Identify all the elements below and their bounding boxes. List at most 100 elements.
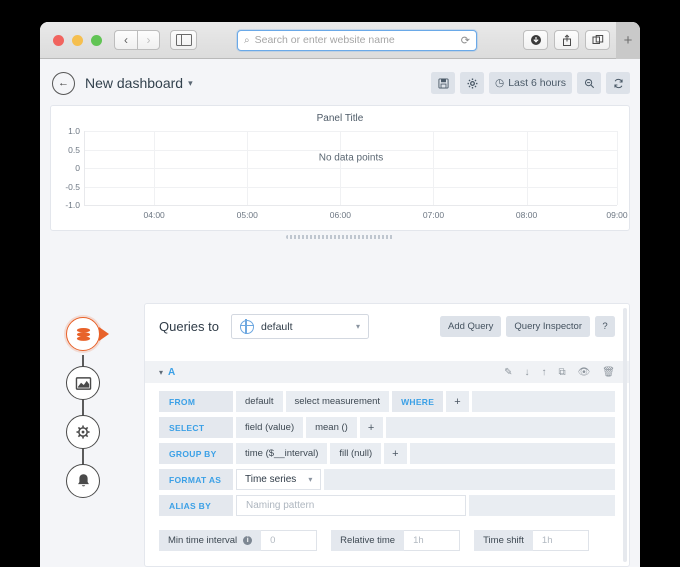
dashboard-settings-button[interactable]: [460, 72, 485, 94]
share-button[interactable]: [554, 30, 579, 50]
format-as-value: Time series: [245, 474, 297, 485]
select-function-segment[interactable]: mean (): [306, 417, 357, 438]
datasource-picker[interactable]: default ▾: [230, 314, 369, 339]
format-as-label: FORMAT AS: [159, 469, 233, 490]
share-icon: [562, 33, 571, 46]
close-window-button[interactable]: [53, 34, 64, 46]
datasource-icon: [239, 319, 255, 334]
chevron-down-icon[interactable]: ▾: [159, 368, 163, 377]
new-tab-button[interactable]: +: [616, 22, 640, 59]
eye-icon[interactable]: 👁: [578, 367, 591, 378]
clock-icon: ◷: [495, 77, 505, 89]
editor-scrollbar[interactable]: [623, 308, 627, 562]
query-row-actions: ✎ ↓ ↑ ⧉ 👁 🗑: [504, 367, 615, 378]
help-button[interactable]: ?: [595, 316, 615, 337]
row-filler: [324, 469, 615, 490]
row-filler: [471, 391, 615, 412]
downloads-button[interactable]: [523, 30, 548, 50]
alias-by-input[interactable]: Naming pattern: [236, 495, 466, 516]
group-by-time-segment[interactable]: time ($__interval): [236, 443, 328, 464]
gridline-vertical: [617, 131, 618, 205]
chevron-right-icon: ›: [146, 33, 151, 47]
screen: ‹ › ⌕ Search or enter website name ⟳ + ←…: [0, 0, 680, 567]
trash-icon[interactable]: 🗑: [602, 367, 615, 378]
min-time-interval-label: Min time interval i: [159, 530, 262, 551]
query-letter: A: [168, 366, 176, 378]
save-dashboard-button[interactable]: [431, 72, 456, 94]
query-row-select: SELECT field (value) mean () +: [159, 417, 615, 438]
alias-by-label: ALIAS BY: [159, 495, 233, 516]
y-axis-tick: -1.0: [65, 200, 80, 210]
group-by-fill-segment[interactable]: fill (null): [330, 443, 382, 464]
queries-editor-panel: Queries to default ▾ Add Query Query Ins…: [144, 303, 630, 567]
y-axis-tick: 0.5: [68, 144, 80, 155]
address-input-placeholder[interactable]: Search or enter website name: [255, 34, 461, 46]
from-measurement-segment[interactable]: select measurement: [285, 391, 390, 412]
query-row-alias-by: ALIAS BY Naming pattern: [159, 495, 615, 516]
edit-mode-rail: [60, 317, 109, 513]
maximize-window-button[interactable]: [91, 34, 102, 46]
dashboard-toolbar: ← New dashboard ▾ ◷ Last 6 hours: [40, 65, 640, 101]
queries-header: Queries to default ▾ Add Query Query Ins…: [145, 304, 629, 345]
format-as-select[interactable]: Time series ▾: [236, 469, 322, 490]
select-add-button[interactable]: +: [359, 417, 383, 438]
row-filler: [409, 443, 615, 464]
move-down-icon[interactable]: ↓: [524, 367, 529, 378]
graph-panel[interactable]: Panel Title 1.0 0.5 0 -0.5 -1.0 04:00 05…: [50, 105, 630, 239]
time-range-picker[interactable]: ◷ Last 6 hours: [489, 72, 572, 94]
download-icon: [530, 35, 541, 45]
panel-title: Panel Title: [316, 113, 364, 124]
add-query-button[interactable]: Add Query: [439, 316, 502, 337]
sidebar-toggle-button[interactable]: [170, 30, 197, 50]
panel-resize-handle[interactable]: [286, 235, 394, 239]
move-up-icon[interactable]: ↑: [541, 367, 546, 378]
row-filler: [385, 417, 615, 438]
rail-item-general-options[interactable]: [66, 415, 100, 449]
x-axis-tick: 08:00: [515, 210, 538, 220]
bell-icon: [77, 474, 89, 487]
group-by-add-button[interactable]: +: [384, 443, 407, 464]
info-icon[interactable]: i: [243, 536, 253, 545]
reload-icon[interactable]: ⟳: [461, 34, 470, 47]
rail-item-queries[interactable]: [66, 317, 109, 351]
from-label: FROM: [159, 391, 233, 412]
gridline-horizontal: [85, 131, 617, 132]
refresh-button[interactable]: [606, 72, 630, 94]
dashboard-back-button[interactable]: ←: [52, 71, 75, 95]
x-axis-tick: 09:00: [606, 210, 628, 220]
query-inspector-button[interactable]: Query Inspector: [506, 316, 590, 337]
save-icon: [437, 77, 449, 89]
back-button[interactable]: ‹: [114, 30, 137, 50]
query-row-group-by: GROUP BY time ($__interval) fill (null) …: [159, 443, 615, 464]
forward-button[interactable]: ›: [137, 30, 160, 50]
duplicate-icon[interactable]: ⧉: [558, 367, 565, 378]
sidebar-icon: [175, 34, 192, 46]
query-row-from: FROM default select measurement WHERE +: [159, 391, 615, 412]
relative-time-input[interactable]: 1h: [404, 530, 461, 551]
edit-icon[interactable]: ✎: [504, 367, 512, 378]
gridline-horizontal: [85, 186, 617, 188]
rail-item-visualization[interactable]: [66, 366, 100, 400]
show-tabs-button[interactable]: [585, 30, 610, 50]
from-policy-segment[interactable]: default: [236, 391, 283, 412]
address-bar[interactable]: ⌕ Search or enter website name ⟳: [237, 29, 477, 51]
gear-wrench-icon: [76, 425, 90, 439]
time-range-label: Last 6 hours: [508, 77, 566, 89]
rail-item-alert[interactable]: [66, 464, 100, 498]
select-field-segment[interactable]: field (value): [236, 417, 304, 438]
time-shift-input[interactable]: 1h: [532, 530, 589, 551]
refresh-icon: [613, 78, 623, 88]
gear-icon: [467, 78, 477, 88]
chevron-down-icon[interactable]: ▾: [188, 78, 193, 89]
min-time-interval-input[interactable]: 0: [261, 530, 318, 551]
row-filler: [469, 495, 615, 516]
dashboard-toolbar-actions: ◷ Last 6 hours: [431, 72, 630, 94]
zoom-out-time-button[interactable]: [577, 72, 601, 94]
gridline-vertical: [247, 131, 249, 205]
where-add-button[interactable]: +: [446, 391, 469, 412]
time-shift-label: Time shift: [474, 530, 533, 551]
where-label: WHERE: [392, 391, 444, 412]
query-row-format-as: FORMAT AS Time series ▾: [159, 469, 615, 490]
minimize-window-button[interactable]: [72, 34, 83, 46]
